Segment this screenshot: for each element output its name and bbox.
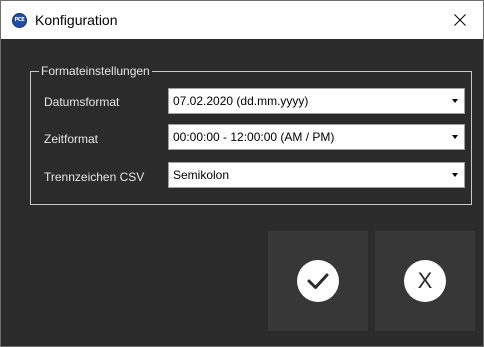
checkmark-icon [307,273,329,289]
dialog-body: Formateinstellungen Datumsformat 07.02.2… [1,39,483,346]
csv-separator-label: Trennzeichen CSV [44,170,145,184]
close-icon [454,14,466,26]
dropdown-arrow-icon [446,89,464,113]
cancel-x-icon: X [417,268,433,293]
time-format-label: Zeitformat [44,132,99,146]
dropdown-arrow-icon [446,163,464,187]
format-settings-group: Formateinstellungen Datumsformat 07.02.2… [30,63,472,205]
ok-button[interactable] [268,231,368,331]
dropdown-arrow-icon [446,125,464,149]
ok-button-circle [297,260,339,302]
configuration-dialog: PCE Konfiguration Formateinstellungen Da… [0,0,484,347]
date-format-label: Datumsformat [44,95,120,109]
cancel-button[interactable]: X [375,231,475,331]
close-button[interactable] [437,1,483,39]
pce-logo-icon: PCE [12,13,27,28]
window-title: Konfiguration [35,12,118,28]
group-legend: Formateinstellungen [39,63,152,79]
title-bar[interactable]: PCE Konfiguration [1,1,483,39]
time-format-select[interactable]: 00:00:00 - 12:00:00 (AM / PM) [168,124,465,150]
date-format-value: 07.02.2020 (dd.mm.yyyy) [173,94,309,108]
time-format-value: 00:00:00 - 12:00:00 (AM / PM) [173,130,335,144]
csv-separator-select[interactable]: Semikolon [168,162,465,188]
csv-separator-value: Semikolon [173,168,230,182]
cancel-button-circle: X [404,260,446,302]
date-format-select[interactable]: 07.02.2020 (dd.mm.yyyy) [168,88,465,114]
